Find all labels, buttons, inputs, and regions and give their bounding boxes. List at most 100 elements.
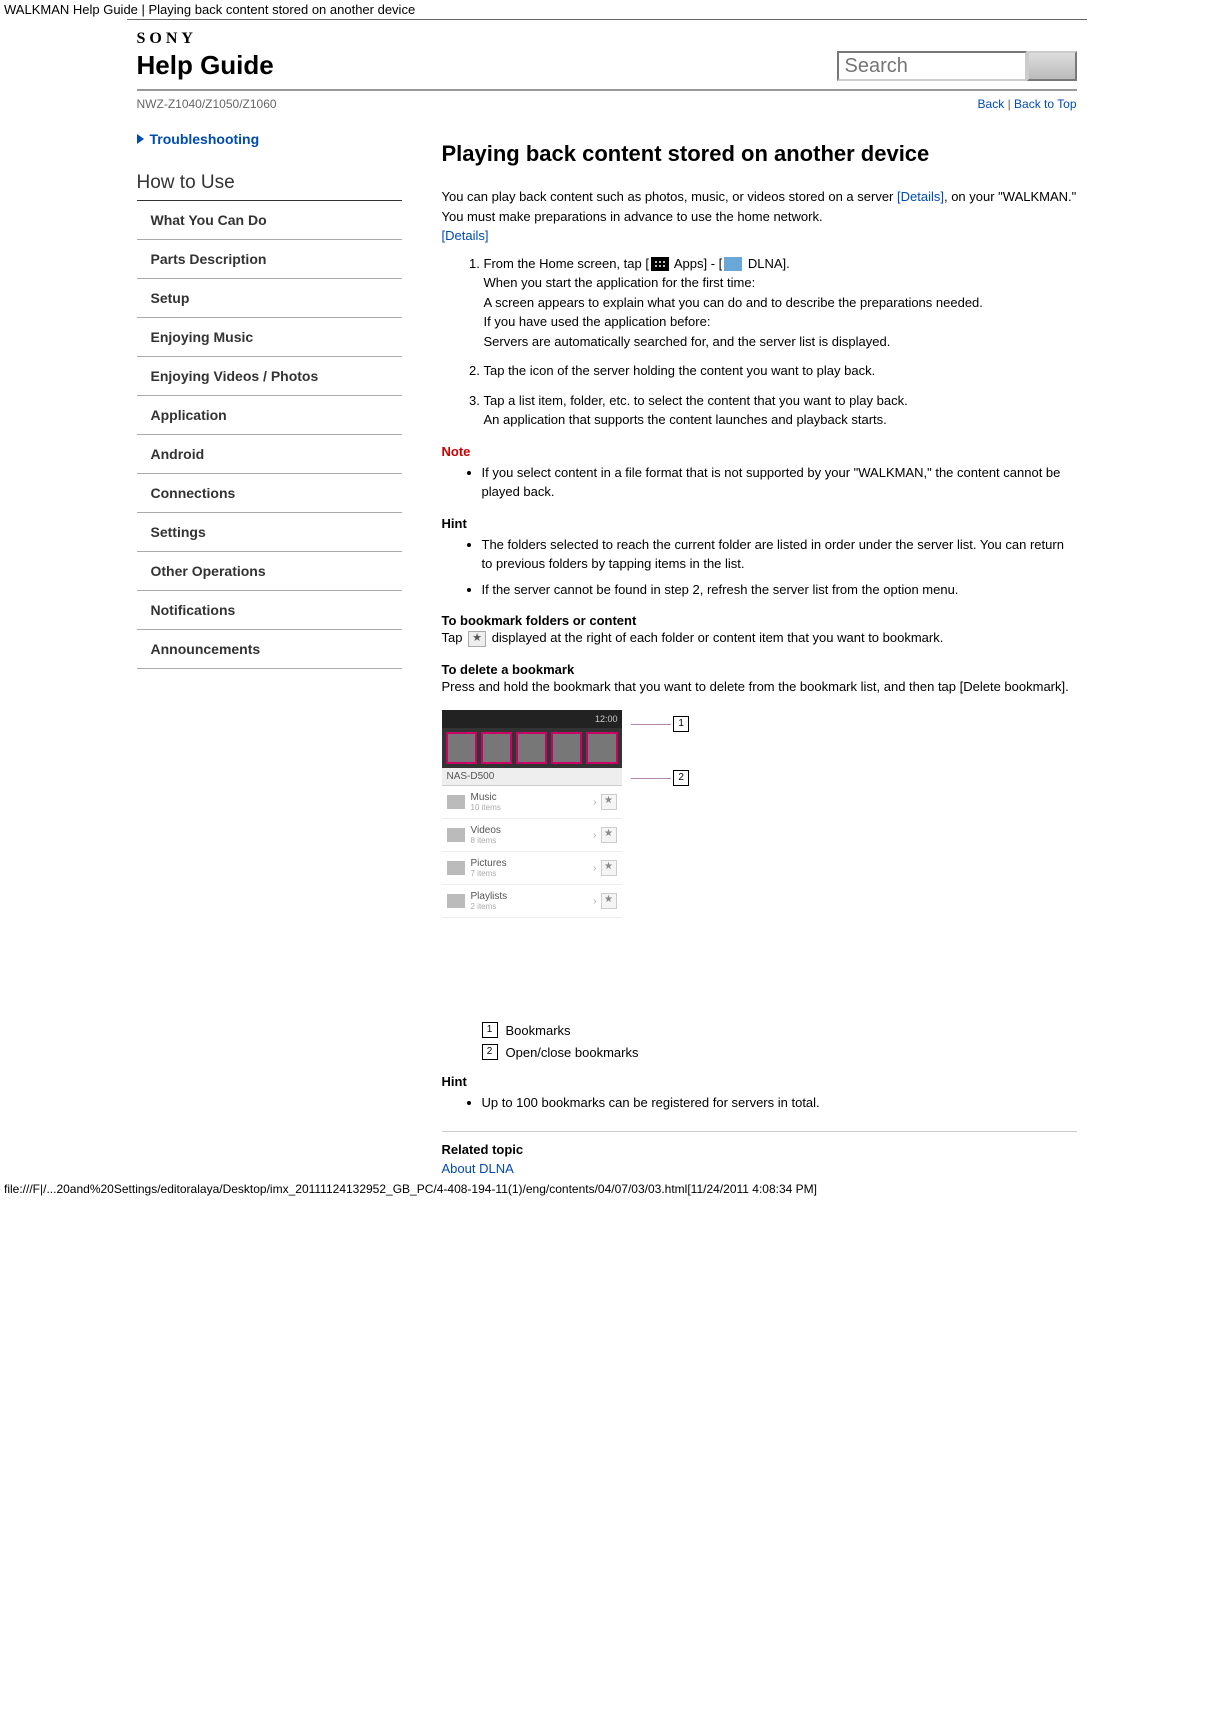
callout-rule (631, 724, 671, 725)
sidebar-item-application[interactable]: Application (137, 396, 402, 435)
legend-num-1: 1 (482, 1022, 498, 1038)
search-input[interactable] (837, 51, 1027, 81)
callout-num-2: 2 (673, 770, 689, 786)
steps-list: From the Home screen, tap [ Apps] - [ DL… (442, 254, 1077, 430)
step1-apps: Apps] - [ (671, 256, 722, 271)
mock-row-text: Playlists2 items (471, 891, 590, 911)
mock-row-text: Videos8 items (471, 825, 590, 845)
sidebar-item-android[interactable]: Android (137, 435, 402, 474)
mock-status-bar: 12:00 (442, 710, 622, 728)
step-3: Tap a list item, folder, etc. to select … (484, 391, 1077, 430)
intro-a: You can play back content such as photos… (442, 189, 898, 204)
legend-text-2: Open/close bookmarks (506, 1045, 639, 1060)
mock-thumb (481, 732, 512, 764)
brand-block: SONY Help Guide (137, 30, 274, 81)
chevron-right-icon: › (593, 896, 596, 907)
sidebar-item-other-operations[interactable]: Other Operations (137, 552, 402, 591)
folder-icon (447, 795, 465, 809)
article: Playing back content stored on another d… (442, 131, 1077, 1176)
mock-thumb (586, 732, 617, 764)
mock-time: 12:00 (595, 714, 618, 724)
note-1: If you select content in a file format t… (482, 463, 1077, 502)
folder-icon (447, 828, 465, 842)
sidebar-item-connections[interactable]: Connections (137, 474, 402, 513)
list-item: Videos8 items › ★ (442, 819, 622, 852)
sidebar-item-parts-description[interactable]: Parts Description (137, 240, 402, 279)
details-link-1[interactable]: [Details] (897, 189, 944, 204)
hint-label-1: Hint (442, 516, 1077, 531)
bookmark-text-a: Tap (442, 630, 467, 645)
step3-a: Tap a list item, folder, etc. to select … (484, 393, 908, 408)
delete-text: Press and hold the bookmark that you wan… (442, 677, 1077, 697)
note-label: Note (442, 444, 1077, 459)
callout-num-1: 1 (673, 716, 689, 732)
page-title: Help Guide (137, 50, 274, 81)
hint-label-2: Hint (442, 1074, 1077, 1089)
list-item: Music10 items › ★ (442, 786, 622, 819)
back-link[interactable]: Back (978, 97, 1005, 111)
chevron-right-icon (137, 134, 144, 144)
step3-b: An application that supports the content… (484, 412, 887, 427)
note-list: If you select content in a file format t… (442, 463, 1077, 502)
bookmark-text: Tap ★ displayed at the right of each fol… (442, 628, 1077, 648)
troubleshooting-link[interactable]: Troubleshooting (137, 131, 402, 147)
sidebar-item-announcements[interactable]: Announcements (137, 630, 402, 669)
page-header-path: WALKMAN Help Guide | Playing back conten… (0, 0, 1213, 19)
chevron-right-icon: › (593, 797, 596, 808)
step-1: From the Home screen, tap [ Apps] - [ DL… (484, 254, 1077, 352)
mock-row-sub: 2 items (471, 902, 590, 911)
star-icon: ★ (601, 827, 617, 843)
search-button[interactable] (1027, 51, 1077, 81)
list-item: Pictures7 items › ★ (442, 852, 622, 885)
mock-row-name: Playlists (471, 891, 590, 902)
screenshot-block: 12:00 NAS-D500 Music10 items › ★ (442, 710, 1077, 1008)
troubleshooting-label: Troubleshooting (150, 131, 260, 147)
sidebar-item-settings[interactable]: Settings (137, 513, 402, 552)
sidebar-item-notifications[interactable]: Notifications (137, 591, 402, 630)
chevron-right-icon: › (593, 830, 596, 841)
sidebar: Troubleshooting How to Use What You Can … (137, 131, 402, 1176)
mock-row-sub: 8 items (471, 836, 590, 845)
list-item: Playlists2 items › ★ (442, 885, 622, 918)
header-row: SONY Help Guide (127, 30, 1087, 89)
legend-row-2: 2 Open/close bookmarks (482, 1044, 1077, 1060)
step1-line5: Servers are automatically searched for, … (484, 334, 891, 349)
mock-thumb (516, 732, 547, 764)
back-to-top-link[interactable]: Back to Top (1014, 97, 1076, 111)
star-icon: ★ (601, 794, 617, 810)
search-wrap (837, 51, 1077, 81)
callouts: 1 2 (631, 710, 689, 789)
mock-row-sub: 7 items (471, 869, 590, 878)
sidebar-item-enjoying-music[interactable]: Enjoying Music (137, 318, 402, 357)
step1-line3: A screen appears to explain what you can… (484, 295, 983, 310)
mock-thumbs-row (442, 728, 622, 768)
callout-rule (631, 778, 671, 779)
step1-dlna: DLNA]. (744, 256, 790, 271)
sidebar-item-what-you-can-do[interactable]: What You Can Do (137, 201, 402, 240)
mock-row-sub: 10 items (471, 803, 590, 812)
related-link-about-dlna[interactable]: About DLNA (442, 1161, 514, 1176)
intro-paragraph: You can play back content such as photos… (442, 187, 1077, 246)
hint-1: The folders selected to reach the curren… (482, 535, 1077, 574)
legend-num-2: 2 (482, 1044, 498, 1060)
mock-blank (442, 918, 622, 1008)
mock-row-name: Videos (471, 825, 590, 836)
delete-heading: To delete a bookmark (442, 662, 1077, 677)
sidebar-item-setup[interactable]: Setup (137, 279, 402, 318)
step-2: Tap the icon of the server holding the c… (484, 361, 1077, 381)
hint-3: Up to 100 bookmarks can be registered fo… (482, 1093, 1077, 1113)
mock-row-name: Music (471, 792, 590, 803)
chevron-right-icon: › (593, 863, 596, 874)
separator (442, 1131, 1077, 1132)
hint-2: If the server cannot be found in step 2,… (482, 580, 1077, 600)
bookmark-text-b: displayed at the right of each folder or… (488, 630, 943, 645)
callout-1: 1 (631, 713, 689, 735)
callout-2: 2 (631, 767, 689, 789)
sidebar-item-enjoying-videos-photos[interactable]: Enjoying Videos / Photos (137, 357, 402, 396)
step1-line2: When you start the application for the f… (484, 275, 756, 290)
footer-path: file:///F|/...20and%20Settings/editorala… (0, 1176, 1213, 1200)
mock-row-name: Pictures (471, 858, 590, 869)
mock-server-name: NAS-D500 (442, 768, 622, 786)
details-link-2[interactable]: [Details] (442, 228, 489, 243)
back-links: Back | Back to Top (978, 97, 1077, 111)
